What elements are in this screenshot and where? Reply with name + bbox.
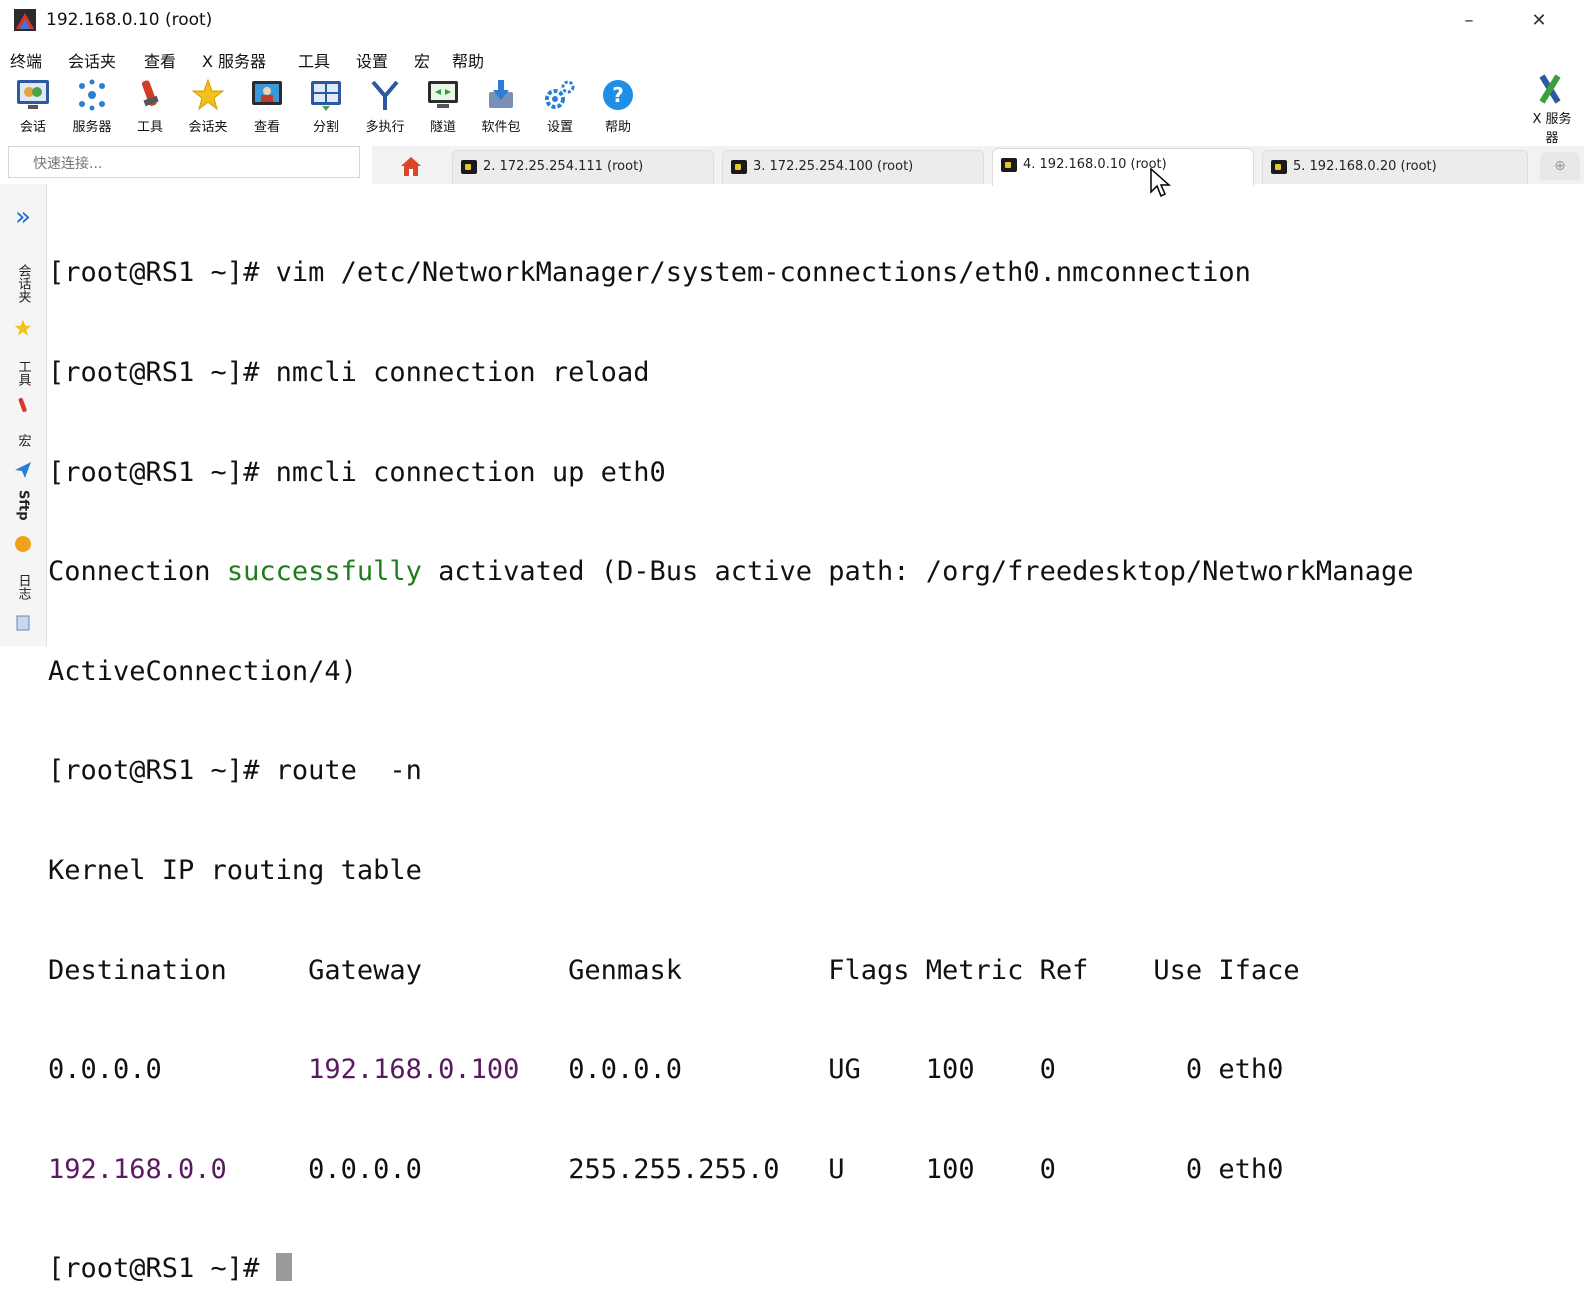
log-icon xyxy=(0,614,46,636)
minimize-button[interactable]: – xyxy=(1456,8,1482,34)
menu-bar: 终端 会话夹 查看 X 服务器 工具 设置 宏 帮助 xyxy=(0,44,1584,72)
package-icon xyxy=(489,80,513,108)
terminal-prompt: [root@RS1 ~]# xyxy=(48,1252,1584,1285)
routing-table-row: 192.168.0.0 0.0.0.0 255.255.255.0 U 100 … xyxy=(48,1153,1284,1185)
terminal-line: Kernel IP routing table xyxy=(48,854,422,886)
help-icon: ? xyxy=(603,80,633,110)
tools-icon xyxy=(141,80,159,107)
star-icon xyxy=(191,78,225,111)
packages-button[interactable]: 软件包 xyxy=(471,74,531,135)
terminal-line: Connection successfully activated (D-Bus… xyxy=(48,556,1414,588)
home-icon xyxy=(401,157,421,176)
sidebar-tab-sftp[interactable]: Sftp xyxy=(0,490,46,525)
terminal-icon xyxy=(461,160,477,174)
menu-tools[interactable]: 工具 xyxy=(298,48,330,72)
menu-terminal[interactable]: 终端 xyxy=(10,48,42,72)
xserver-label: X 服务 xyxy=(1532,112,1572,127)
toolbar: 会话 服务器 工具 会话夹 查看 分割 多执行 隧道 软件包 设置 ? 帮助 xyxy=(0,74,1584,146)
quick-connect-input[interactable] xyxy=(8,146,360,178)
send-icon xyxy=(0,460,46,484)
sidebar-tab-sessions[interactable]: 会话夹 xyxy=(0,264,46,307)
terminal-icon xyxy=(1001,158,1017,172)
terminal-output[interactable]: [root@RS1 ~]# vim /etc/NetworkManager/sy… xyxy=(48,190,1584,1284)
session-icon xyxy=(17,80,49,109)
split-button[interactable]: 分割 xyxy=(296,74,356,135)
tools-icon xyxy=(0,396,46,420)
xserver-label-2: 器 xyxy=(1545,131,1559,146)
tools-button[interactable]: 工具 xyxy=(120,74,180,135)
session-button[interactable]: 会话 xyxy=(3,74,63,135)
menu-help[interactable]: 帮助 xyxy=(452,48,484,72)
sidebar-tab-macros[interactable]: 宏 xyxy=(0,432,46,451)
tunnel-button[interactable]: 隧道 xyxy=(413,74,473,135)
xserver-icon xyxy=(1539,74,1561,104)
window-title: 192.168.0.10 (root) xyxy=(46,10,213,30)
tab-session-5[interactable]: 5. 192.168.0.20 (root) xyxy=(1262,150,1528,184)
title-bar: 192.168.0.10 (root) – ✕ xyxy=(0,0,1584,42)
sftp-icon xyxy=(0,534,46,558)
menu-sessions[interactable]: 会话夹 xyxy=(68,48,116,72)
routing-table-row: 0.0.0.0 192.168.0.100 0.0.0.0 UG 100 0 0… xyxy=(48,1054,1284,1086)
text-cursor xyxy=(275,1253,292,1282)
servers-icon xyxy=(79,79,105,111)
left-sidebar: » 会话夹 工具 宏 Sftp 日志 xyxy=(0,184,47,646)
sidebar-tab-logs[interactable]: 日志 xyxy=(0,574,46,604)
expand-sidebar-button[interactable]: » xyxy=(0,202,46,232)
tunnel-icon xyxy=(428,81,458,108)
svg-text:?: ? xyxy=(612,83,624,107)
terminal-line: [root@RS1 ~]# vim /etc/NetworkManager/sy… xyxy=(48,257,1251,289)
home-tab[interactable] xyxy=(386,150,436,184)
routing-table-header: Destination Gateway Genmask Flags Metric… xyxy=(48,954,1300,986)
close-button[interactable]: ✕ xyxy=(1526,8,1552,34)
sidebar-tab-tools[interactable]: 工具 xyxy=(0,360,46,390)
app-logo-icon xyxy=(14,9,36,31)
terminal-line: [root@RS1 ~]# route -n xyxy=(48,755,422,787)
terminal-line: [root@RS1 ~]# nmcli connection up eth0 xyxy=(48,456,666,488)
view-button[interactable]: 查看 xyxy=(237,74,297,135)
terminal-icon xyxy=(731,160,747,174)
settings-button[interactable]: 设置 xyxy=(530,74,590,135)
settings-icon xyxy=(545,80,575,109)
view-icon xyxy=(252,81,282,105)
split-icon xyxy=(311,81,341,111)
tab-session-2[interactable]: 2. 172.25.254.111 (root) xyxy=(452,150,714,184)
servers-button[interactable]: 服务器 xyxy=(62,74,122,135)
tab-session-4[interactable]: 4. 192.168.0.10 (root) xyxy=(992,148,1254,186)
terminal-line: ActiveConnection/4) xyxy=(48,655,357,687)
new-tab-button[interactable]: ⊕ xyxy=(1540,152,1580,180)
menu-settings[interactable]: 设置 xyxy=(356,48,388,72)
help-button[interactable]: ? 帮助 xyxy=(588,74,648,135)
tab-session-3[interactable]: 3. 172.25.254.100 (root) xyxy=(722,150,984,184)
plus-icon: ⊕ xyxy=(1554,158,1566,174)
menu-xserver[interactable]: X 服务器 xyxy=(202,48,266,72)
terminal-line: [root@RS1 ~]# nmcli connection reload xyxy=(48,357,650,388)
menu-view[interactable]: 查看 xyxy=(144,48,176,72)
xserver-button[interactable]: X 服务 器 xyxy=(1520,74,1584,146)
star-icon xyxy=(0,318,46,342)
menu-macros[interactable]: 宏 xyxy=(414,48,430,72)
multiexec-button[interactable]: 多执行 xyxy=(355,74,415,135)
terminal-icon xyxy=(1271,160,1287,174)
favorites-button[interactable]: 会话夹 xyxy=(178,74,238,135)
multiexec-icon xyxy=(371,80,399,110)
